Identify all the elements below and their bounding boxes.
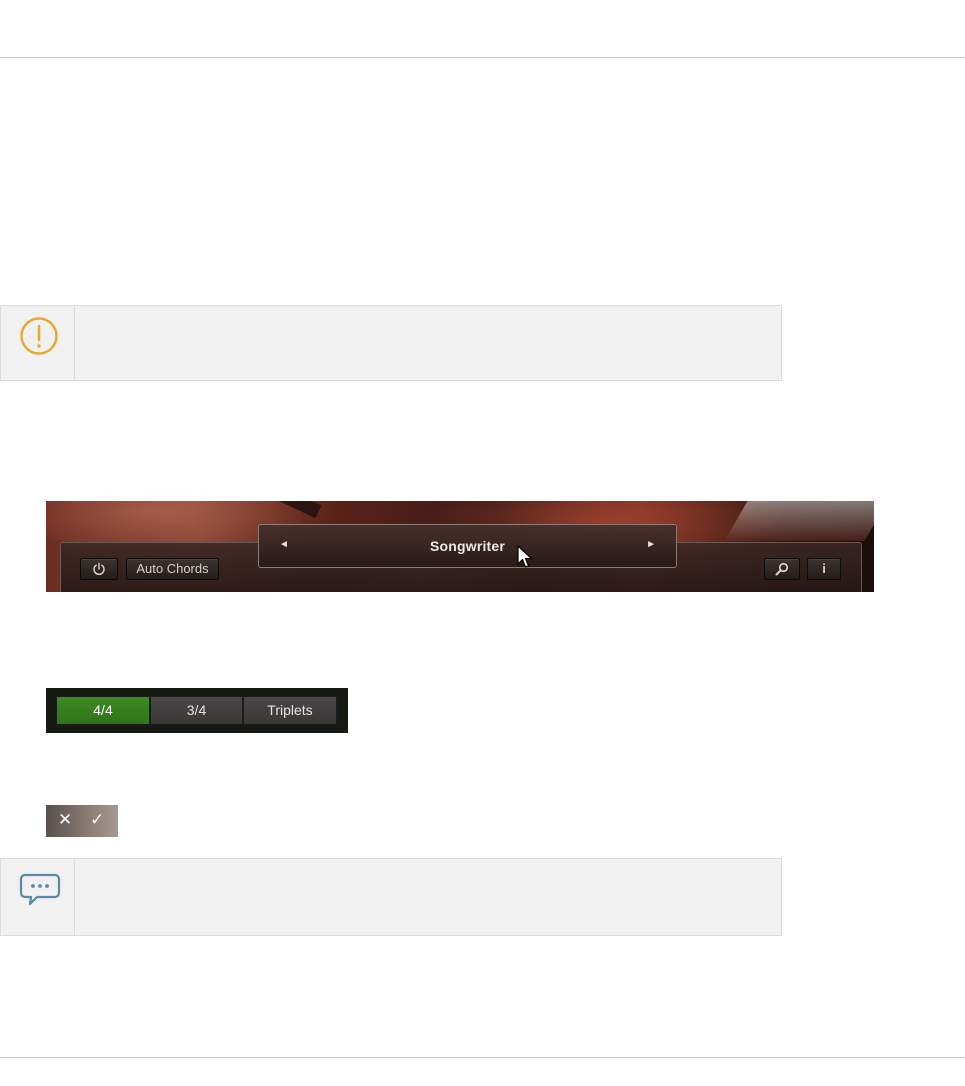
time-signature-option-3-4[interactable]: 3/4 — [150, 696, 243, 725]
power-icon — [93, 562, 105, 576]
auto-chords-button[interactable]: Auto Chords — [126, 558, 219, 580]
preset-name: Songwriter — [429, 538, 506, 554]
magnifier-icon — [775, 562, 789, 576]
info-button[interactable]: i — [807, 558, 841, 580]
time-signature-option-triplets[interactable]: Triplets — [243, 696, 337, 725]
warning-callout — [0, 305, 782, 381]
next-preset-arrow[interactable]: ► — [646, 539, 656, 550]
mouse-pointer-icon — [517, 545, 533, 568]
speech-bubble-icon — [19, 873, 61, 906]
note-callout-gutter — [1, 859, 75, 935]
exclamation-circle-icon — [20, 317, 58, 355]
instrument-header-bar: Auto Chords ◄ Songwriter ► i — [46, 501, 874, 592]
search-button[interactable] — [764, 558, 800, 580]
bottom-rule — [0, 1057, 965, 1058]
time-signature-option-4-4[interactable]: 4/4 — [56, 696, 150, 725]
cancel-confirm-controls: ✕ ✓ — [46, 805, 118, 837]
confirm-button[interactable]: ✓ — [90, 810, 104, 830]
background-artwork-highlight — [724, 501, 874, 541]
cancel-button[interactable]: ✕ — [58, 810, 72, 830]
preset-selector[interactable]: ◄ Songwriter ► — [258, 524, 677, 568]
warning-callout-gutter — [1, 306, 75, 380]
note-callout — [0, 858, 782, 936]
background-artwork — [170, 501, 322, 519]
top-rule — [0, 57, 965, 58]
power-button[interactable] — [80, 558, 118, 580]
time-signature-selector: 4/4 3/4 Triplets — [46, 688, 348, 733]
